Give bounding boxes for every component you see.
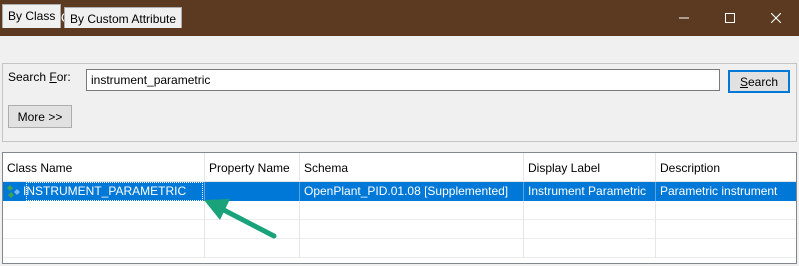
empty-cell	[656, 220, 796, 239]
minimize-icon	[679, 17, 689, 19]
empty-cell	[3, 201, 205, 220]
column-header-class-name[interactable]: Class Name	[3, 153, 205, 182]
empty-cell	[3, 239, 205, 258]
cell-class-name[interactable]: INSTRUMENT_PARAMETRIC	[3, 182, 205, 201]
results-grid[interactable]: Class Name Property Name Schema Display …	[2, 152, 797, 264]
search-button-label: earch	[747, 74, 779, 89]
search-label-prefix: Search	[8, 70, 50, 84]
empty-cell	[524, 201, 656, 220]
column-header-display-label[interactable]: Display Label	[524, 153, 656, 182]
empty-cell	[656, 201, 796, 220]
table-row-empty	[3, 239, 796, 258]
focus-rectangle	[26, 182, 203, 201]
search-label-suffix: or:	[56, 70, 71, 84]
tab-by-class[interactable]: By Class	[2, 4, 62, 28]
annotation-arrow-icon	[204, 199, 277, 239]
empty-cell	[300, 239, 524, 258]
column-header-description[interactable]: Description	[656, 153, 796, 182]
tab-strip	[0, 36, 799, 64]
column-header-schema[interactable]: Schema	[300, 153, 524, 182]
table-row-empty	[3, 220, 796, 239]
cell-description[interactable]: Parametric instrument	[656, 182, 796, 201]
empty-cell	[524, 239, 656, 258]
cell-schema[interactable]: OpenPlant_PID.01.08 [Supplemented]	[300, 182, 524, 201]
cell-display-label[interactable]: Instrument Parametric	[524, 182, 656, 201]
minimize-button[interactable]	[661, 0, 707, 36]
empty-cell	[300, 201, 524, 220]
empty-cell	[656, 239, 796, 258]
tab-by-custom-attribute[interactable]: By Custom Attribute	[64, 7, 183, 28]
search-input[interactable]	[86, 69, 720, 91]
class-icon	[7, 185, 20, 198]
empty-cell	[3, 220, 205, 239]
search-button-accelerator: S	[739, 74, 748, 89]
table-row[interactable]: INSTRUMENT_PARAMETRIC OpenPlant_PID.01.0…	[3, 182, 796, 201]
column-header-property-name[interactable]: Property Name	[205, 153, 300, 182]
empty-cell	[524, 220, 656, 239]
search-for-label: Search For:	[8, 70, 71, 84]
maximize-button[interactable]	[707, 0, 753, 36]
search-label-accelerator: F	[49, 70, 57, 84]
close-icon	[771, 13, 781, 23]
table-row-empty	[3, 201, 796, 220]
close-button[interactable]	[753, 0, 799, 36]
more-button[interactable]: More >>	[8, 105, 72, 128]
empty-cell	[300, 220, 524, 239]
search-button[interactable]: Search	[728, 70, 790, 93]
maximize-icon	[725, 13, 735, 23]
